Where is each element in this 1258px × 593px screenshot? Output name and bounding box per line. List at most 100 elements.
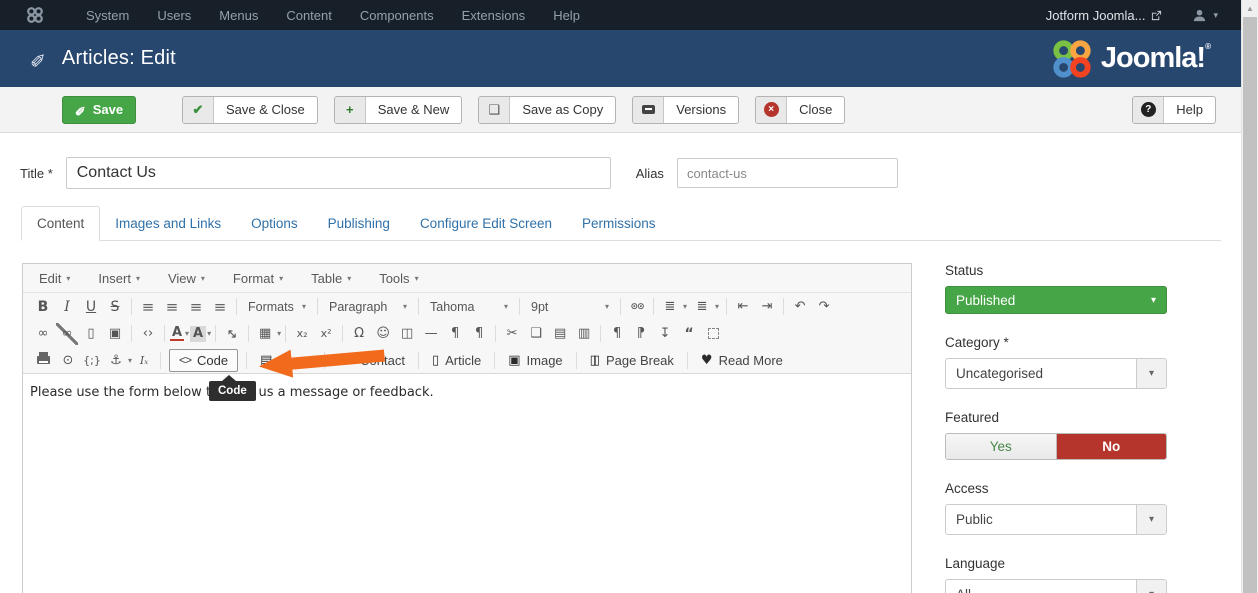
align-center-icon[interactable]: ≡ xyxy=(161,296,183,318)
chevron-down-icon[interactable]: ▾ xyxy=(1136,359,1166,388)
status-dropdown[interactable]: Published ▾ xyxy=(945,286,1167,314)
editor-menu-edit[interactable]: Edit▾ xyxy=(39,271,70,286)
blockquote-icon[interactable]: “ xyxy=(678,323,700,345)
chevron-down-icon[interactable]: ▾ xyxy=(1136,580,1166,593)
insert-image-icon[interactable]: ▣ xyxy=(104,323,126,345)
outdent-icon[interactable]: ⇤ xyxy=(732,296,754,318)
browser-scrollbar[interactable]: ▲ xyxy=(1241,0,1258,593)
editor-menu-view[interactable]: View▾ xyxy=(168,271,205,286)
versions-button[interactable]: Versions xyxy=(632,96,739,124)
superscript-icon[interactable]: x² xyxy=(315,323,337,345)
category-select[interactable]: Uncategorised ▾ xyxy=(945,358,1167,389)
alias-input[interactable] xyxy=(677,158,898,188)
tab-permissions[interactable]: Permissions xyxy=(567,207,671,240)
strikethrough-icon[interactable]: S xyxy=(104,296,126,318)
bullet-list-icon[interactable]: ≣ xyxy=(659,296,681,318)
joomla-mark-icon[interactable] xyxy=(26,6,44,24)
menu-menus[interactable]: Menus xyxy=(205,8,272,23)
cut-icon[interactable]: ✂ xyxy=(501,323,523,345)
tab-images-and-links[interactable]: Images and Links xyxy=(100,207,236,240)
special-character-icon[interactable]: Ω xyxy=(348,323,370,345)
subscript-icon[interactable]: x₂ xyxy=(291,323,313,345)
bold-icon[interactable]: B xyxy=(32,296,54,318)
italic-icon[interactable]: I xyxy=(56,296,78,318)
align-left-icon[interactable]: ≡ xyxy=(137,296,159,318)
tab-options[interactable]: Options xyxy=(236,207,313,240)
anchor-icon[interactable]: ⚓ xyxy=(105,349,127,371)
menu-content[interactable]: Content xyxy=(272,8,346,23)
background-color-icon[interactable]: A xyxy=(190,326,206,342)
tab-configure-edit-screen[interactable]: Configure Edit Screen xyxy=(405,207,567,240)
align-justify-icon[interactable]: ≡ xyxy=(209,296,231,318)
align-right-icon[interactable]: ≡ xyxy=(185,296,207,318)
font-family-dropdown[interactable]: Tahoma▾ xyxy=(423,296,515,318)
save-copy-button[interactable]: ❑ Save as Copy xyxy=(478,96,616,124)
clear-formatting-icon[interactable]: Iₓ xyxy=(133,349,155,371)
redo-icon[interactable]: ↷ xyxy=(813,296,835,318)
close-button[interactable]: × Close xyxy=(755,96,845,124)
rtl-icon[interactable]: ¶ xyxy=(630,323,652,345)
menu-users[interactable]: Users xyxy=(143,8,205,23)
xtd-readmore-button[interactable]: ♥Read More xyxy=(692,353,792,368)
find-replace-icon[interactable]: ⊙⊙ xyxy=(626,296,648,318)
font-size-dropdown[interactable]: 9pt▾ xyxy=(524,296,616,318)
xtd-pagebreak-button[interactable]: ▯▯Page Break xyxy=(581,353,683,368)
save-new-button[interactable]: + Save & New xyxy=(334,96,463,124)
editor-menu-table[interactable]: Table▾ xyxy=(311,271,351,286)
indent-icon[interactable]: ⇥ xyxy=(756,296,778,318)
editor-menu-format[interactable]: Format▾ xyxy=(233,271,283,286)
underline-icon[interactable]: U xyxy=(80,296,102,318)
code-button[interactable]: <> Code xyxy=(169,349,238,372)
insert-template-icon[interactable]: ↧ xyxy=(654,323,676,345)
chevron-down-icon[interactable]: ▾ xyxy=(1136,505,1166,534)
unlink-icon[interactable]: ∞ xyxy=(56,323,78,345)
emoticon-icon[interactable]: ☺ xyxy=(372,323,394,345)
menu-extensions[interactable]: Extensions xyxy=(448,8,540,23)
site-preview-link[interactable]: Jotform Joomla... xyxy=(1046,8,1163,23)
table-icon[interactable]: ▦ xyxy=(254,323,276,345)
horizontal-rule-icon[interactable]: — xyxy=(420,323,442,345)
xtd-menu-button[interactable]: ▤Menu xyxy=(251,353,320,368)
editor-content-area[interactable]: Please use the form below to send us a m… xyxy=(23,374,911,593)
user-menu[interactable]: ▾ xyxy=(1192,8,1218,23)
link-icon[interactable]: ∞ xyxy=(32,323,54,345)
save-button[interactable]: ✎ Save xyxy=(62,96,136,124)
title-input[interactable] xyxy=(66,157,611,189)
fullscreen-icon[interactable]: ↔ xyxy=(217,318,248,349)
numbered-list-icon[interactable]: ≣ xyxy=(691,296,713,318)
xtd-article-button[interactable]: ▯Article xyxy=(423,353,490,368)
copy-icon[interactable]: ❑ xyxy=(525,323,547,345)
paste-icon[interactable]: ▤ xyxy=(549,323,571,345)
paste-as-text-icon[interactable]: ▥ xyxy=(573,323,595,345)
text-color-icon[interactable]: A xyxy=(170,326,184,341)
editor-menu-insert[interactable]: Insert▾ xyxy=(98,271,140,286)
menu-help[interactable]: Help xyxy=(539,8,594,23)
featured-no-button[interactable]: No xyxy=(1057,434,1167,459)
bookmark-icon[interactable]: ▯ xyxy=(80,323,102,345)
undo-icon[interactable]: ↶ xyxy=(789,296,811,318)
nonbreaking-space-icon[interactable]: ¶ xyxy=(444,323,466,345)
menu-components[interactable]: Components xyxy=(346,8,448,23)
editor-menu-tools[interactable]: Tools▾ xyxy=(379,271,418,286)
help-button[interactable]: ? Help xyxy=(1132,96,1216,124)
featured-yes-button[interactable]: Yes xyxy=(946,434,1057,459)
tab-content[interactable]: Content xyxy=(21,206,100,241)
access-select[interactable]: Public ▾ xyxy=(945,504,1167,535)
language-select[interactable]: All ▾ xyxy=(945,579,1167,593)
xtd-image-button[interactable]: ▣Image xyxy=(499,353,571,368)
visual-blocks-icon[interactable] xyxy=(702,323,724,345)
print-icon[interactable] xyxy=(32,349,55,371)
preview-icon[interactable]: ⊙ xyxy=(57,349,79,371)
visual-characters-icon[interactable]: ¶ xyxy=(468,323,490,345)
scroll-up-icon[interactable]: ▲ xyxy=(1242,0,1258,17)
save-close-button[interactable]: ✔ Save & Close xyxy=(182,96,318,124)
scrollbar-thumb[interactable] xyxy=(1243,17,1257,593)
tab-publishing[interactable]: Publishing xyxy=(313,207,405,240)
paragraph-dropdown[interactable]: Paragraph▾ xyxy=(322,296,414,318)
code-sample-icon[interactable]: {;} xyxy=(81,349,103,371)
source-code-icon[interactable]: ‹› xyxy=(137,323,159,345)
formats-dropdown[interactable]: Formats▾ xyxy=(241,296,313,318)
ltr-icon[interactable]: ¶ xyxy=(606,323,628,345)
media-icon[interactable]: ◫ xyxy=(396,323,418,345)
menu-system[interactable]: System xyxy=(72,8,143,23)
